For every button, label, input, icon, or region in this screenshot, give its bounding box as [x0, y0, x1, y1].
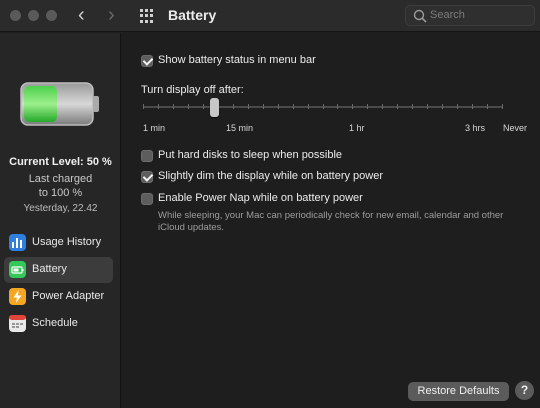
turn-display-off-label: Turn display off after:	[141, 84, 244, 96]
last-charged-text: Last charged to 100 %	[0, 172, 121, 200]
sidebar-item-label: Usage History	[32, 236, 102, 248]
slider-tick	[457, 104, 459, 109]
show-battery-status-checkbox[interactable]	[141, 55, 153, 67]
close-window-button[interactable]	[10, 10, 21, 21]
slider-label-15-min: 15 min	[226, 123, 254, 133]
slider-tick	[397, 104, 399, 109]
slider-label-1-min: 1 min	[143, 123, 166, 133]
last-charged-time: Yesterday, 22.42	[23, 203, 98, 214]
power-nap-checkbox[interactable]	[141, 193, 153, 205]
slider-thumb[interactable]	[210, 98, 219, 117]
power-adapter-icon	[9, 288, 26, 305]
slider-tick	[262, 104, 264, 109]
slider-tick	[337, 104, 339, 109]
hard-disks-sleep-label: Put hard disks to sleep when possible	[158, 149, 343, 161]
slider-tick	[307, 104, 309, 109]
sidebar-item-power-adapter[interactable]: Power Adapter	[4, 284, 113, 310]
sidebar-item-usage-history[interactable]: Usage History	[4, 230, 113, 256]
search-placeholder: Search	[430, 9, 465, 21]
dim-display-label: Slightly dim the display while on batter…	[158, 170, 384, 182]
slider-tick	[172, 104, 174, 109]
current-level-text: Current Level: 50 %	[9, 156, 112, 168]
last-charged-line1: Last charged	[28, 173, 93, 185]
slider-tick	[202, 104, 204, 109]
slider-tick	[232, 104, 234, 109]
slider-tick	[143, 104, 144, 109]
battery-level-icon	[20, 82, 99, 126]
slider-tick	[157, 104, 159, 109]
slider-tick	[277, 104, 279, 109]
minimize-window-button[interactable]	[28, 10, 39, 21]
sidebar-item-battery[interactable]: Battery	[4, 257, 113, 283]
sidebar-item-label: Power Adapter	[32, 290, 105, 302]
calendar-icon	[9, 315, 26, 332]
window-title: Battery	[168, 7, 217, 23]
restore-defaults-button[interactable]: Restore Defaults	[408, 382, 509, 401]
slider-tick	[502, 104, 503, 109]
slider-label-1-hr: 1 hr	[349, 123, 365, 133]
slider-tick	[487, 104, 489, 109]
zoom-window-button[interactable]	[46, 10, 57, 21]
battery-icon	[9, 261, 26, 278]
last-charged-line2: to 100 %	[38, 187, 83, 199]
slider-tick	[247, 104, 249, 109]
slider-tick	[352, 104, 354, 109]
power-nap-description: While sleeping, your Mac can periodicall…	[158, 210, 504, 233]
slider-label-3-hrs: 3 hrs	[465, 123, 486, 133]
help-button[interactable]: ?	[515, 381, 534, 400]
sidebar-item-schedule[interactable]: Schedule	[4, 311, 113, 337]
slider-tick	[412, 104, 414, 109]
dim-display-checkbox[interactable]	[141, 171, 153, 183]
slider-label-never: Never	[503, 123, 528, 133]
title-bar: ‹ › Battery Search	[0, 0, 540, 32]
sidebar-item-label: Schedule	[32, 317, 78, 329]
slider-tick	[187, 104, 189, 109]
sidebar: Current Level: 50 % Last charged to 100 …	[0, 33, 121, 408]
slider-tick	[382, 104, 384, 109]
show-all-grid-icon[interactable]	[140, 9, 154, 23]
slider-tick	[442, 104, 444, 109]
search-icon	[413, 9, 427, 23]
slider-tick	[322, 104, 324, 109]
search-field[interactable]: Search	[405, 5, 535, 26]
slider-tick	[427, 104, 429, 109]
slider-tick	[367, 104, 369, 109]
usage-history-icon	[9, 234, 26, 251]
slider-tick	[292, 104, 294, 109]
slider-tick	[472, 104, 474, 109]
sidebar-item-label: Battery	[32, 263, 67, 275]
back-chevron-icon[interactable]: ‹	[78, 4, 85, 26]
forward-chevron-icon[interactable]: ›	[108, 4, 115, 26]
hard-disks-sleep-checkbox[interactable]	[141, 150, 153, 162]
power-nap-label: Enable Power Nap while on battery power	[158, 192, 363, 204]
show-battery-status-label: Show battery status in menu bar	[158, 54, 316, 66]
